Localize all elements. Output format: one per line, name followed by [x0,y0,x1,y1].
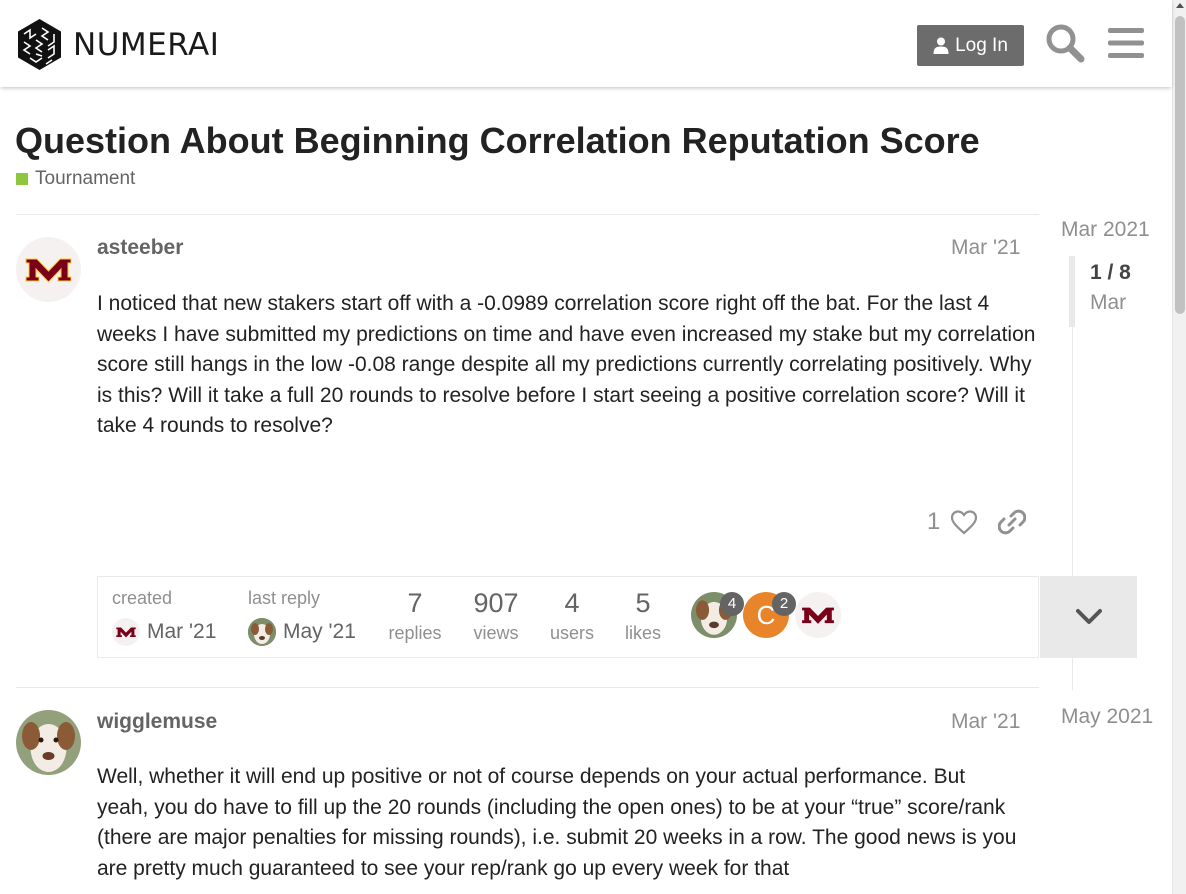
last-reply-label: last reply [248,588,321,608]
last-reply-avatar[interactable] [248,618,276,646]
divider [16,214,1039,215]
post-date[interactable]: Mar '21 [951,236,1020,260]
category-name: Tournament [35,168,136,189]
scrollbar-thumb[interactable] [1175,16,1185,314]
site-logo[interactable]: NUMERAI [16,18,219,71]
users-count: 4 [564,588,580,618]
user-icon [933,37,949,54]
post-username[interactable]: asteeber [97,236,183,260]
post-body: Well, whether it will end up positive or… [97,765,1017,880]
avatar-wigglemuse[interactable] [16,710,81,775]
heart-icon[interactable] [950,509,978,535]
post-date[interactable]: Mar '21 [951,710,1020,734]
topic-title[interactable]: Question About Beginning Correlation Rep… [15,120,980,162]
logo-text: NUMERAI [73,26,220,63]
dog-avatar-icon [248,618,276,646]
site-header: NUMERAI Log In [0,0,1172,87]
replies-label: replies [388,623,442,643]
expand-topic-map-button[interactable] [1040,576,1137,658]
created-label: created [112,588,173,608]
hamburger-menu-icon[interactable] [1108,26,1144,60]
category-badge[interactable]: Tournament [16,168,135,190]
timeline-start-date[interactable]: Mar 2021 [1061,218,1150,242]
scroll-up-arrow-icon[interactable] [1176,3,1184,8]
timeline-end-date[interactable]: May 2021 [1061,705,1153,729]
users-label: users [549,623,594,643]
category-color-square [16,173,28,185]
minnesota-m-logo-icon [16,237,81,302]
minnesota-m-logo-icon [116,627,136,638]
chevron-down-icon [1075,609,1102,624]
likes-label: likes [624,623,661,643]
participant-post-count: 2 [772,592,796,616]
avatar-asteeber[interactable] [16,237,81,302]
timeline-post-counter: 1 / 8 [1090,261,1131,284]
divider [16,687,1039,688]
views-count: 907 [473,588,519,618]
created-date[interactable]: Mar '21 [147,620,216,644]
dog-avatar-icon [16,710,81,775]
log-in-label: Log In [955,34,1008,56]
like-count: 1 [927,508,941,535]
timeline-handle[interactable] [1069,256,1075,327]
replies-count: 7 [407,588,423,618]
page-scrollbar[interactable] [1172,0,1186,894]
participant-avatar[interactable] [795,592,841,638]
last-reply-date[interactable]: May '21 [283,620,356,644]
share-link-icon[interactable] [998,508,1026,536]
post-username[interactable]: wigglemuse [97,710,217,734]
log-in-button[interactable]: Log In [917,25,1024,66]
timeline-current-date: Mar [1090,291,1127,314]
topic-map: created Mar '21 last reply May '21 7 rep… [97,576,1137,658]
search-icon[interactable] [1045,23,1085,63]
views-label: views [473,623,519,643]
post-body: I noticed that new stakers start off wit… [97,292,1036,438]
created-avatar[interactable] [112,618,140,646]
likes-count: 5 [635,588,651,618]
numerai-logo-icon [18,19,61,70]
participant-post-count: 4 [720,592,744,616]
minnesota-m-logo-icon [802,607,834,624]
